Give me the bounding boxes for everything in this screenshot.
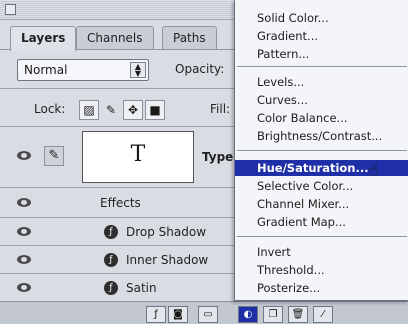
layer-brush-icon[interactable]: ✎ [44,146,64,166]
tab-channels[interactable]: Channels [76,26,154,49]
menu-item-levels[interactable]: Levels... [235,74,408,90]
tab-paths[interactable]: Paths [162,26,217,49]
add-mask-icon[interactable]: ◙ [168,306,188,323]
fill-label: Fill: [210,102,231,116]
lock-transparency-icon[interactable]: ▨ [79,100,99,120]
visibility-eye-icon[interactable] [14,225,34,239]
new-set-icon[interactable]: ▭ [198,306,218,323]
visibility-eye-icon[interactable] [14,253,34,267]
menu-item-brightness-contrast[interactable]: Brightness/Contrast... [235,128,408,144]
effect-icon: ƒ [104,281,118,295]
blend-mode-select[interactable]: Normal ▲ ▼ [17,59,149,81]
divider [0,273,240,274]
layer-style-icon[interactable]: ƒ [146,306,166,323]
visibility-eye-icon[interactable] [14,196,34,210]
trash-icon[interactable]: 🗑 [288,306,308,323]
divider [0,245,240,246]
effects-label: Effects [100,196,141,210]
menu-item-invert[interactable]: Invert [235,244,408,260]
menu-item-pattern[interactable]: Pattern... [235,46,408,62]
menu-item-gradient-map[interactable]: Gradient Map... [235,214,408,230]
lock-move-icon[interactable]: ✥ [123,100,143,120]
type-layer-thumbnail: T [82,131,194,183]
lock-label: Lock: [34,102,66,116]
menu-item-gradient[interactable]: Gradient... [235,28,408,44]
menu-separator [237,150,407,151]
effect-icon: ƒ [104,253,118,267]
hand-pointer-icon: ☝ [368,160,379,181]
palette-footer: ƒ ◙ ▭ ◐ ❐ 🗑 ⁄ [0,301,408,324]
select-arrows-icon: ▲ ▼ [130,62,146,78]
lock-paint-brush-icon[interactable]: ✎ [101,100,121,120]
menu-item-channel-mixer[interactable]: Channel Mixer... [235,196,408,212]
visibility-eye-icon[interactable] [14,281,34,295]
effect-icon: ƒ [104,225,118,239]
tab-layers[interactable]: Layers [10,26,77,51]
blend-mode-value: Normal [24,63,68,77]
menu-separator [237,236,407,237]
visibility-eye-icon[interactable] [14,149,34,163]
adjustment-layer-menu: Solid Color... Gradient... Pattern... Le… [234,0,408,301]
menu-item-posterize[interactable]: Posterize... [235,280,408,296]
type-thumb-glyph: T [130,142,146,167]
divider [0,187,240,188]
divider [0,217,240,218]
effect-inner-shadow[interactable]: Inner Shadow [126,253,208,267]
effect-satin[interactable]: Satin [126,281,157,295]
resize-grip-icon[interactable]: ⁄ [313,306,333,323]
divider [0,88,240,89]
lock-all-icon[interactable]: ■ [145,100,165,120]
adjustment-layer-icon[interactable]: ◐ [238,306,258,323]
effect-drop-shadow[interactable]: Drop Shadow [126,225,206,239]
menu-item-color-balance[interactable]: Color Balance... [235,110,408,126]
menu-item-solid-color[interactable]: Solid Color... [235,10,408,26]
new-layer-icon[interactable]: ❐ [263,306,283,323]
layer-name-type: Type [202,150,234,164]
menu-separator [237,66,407,67]
close-box-icon[interactable] [5,4,16,15]
menu-item-curves[interactable]: Curves... [235,92,408,108]
menu-item-threshold[interactable]: Threshold... [235,262,408,278]
opacity-label: Opacity: [175,62,225,76]
